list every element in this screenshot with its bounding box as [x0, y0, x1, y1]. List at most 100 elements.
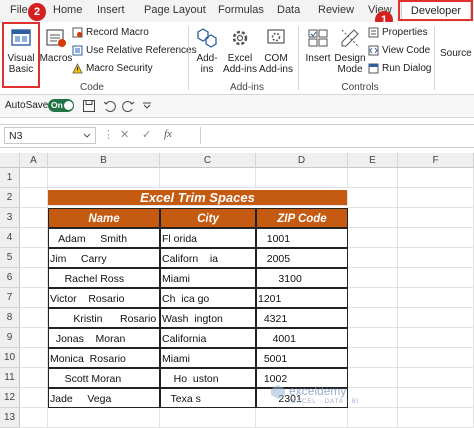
cell[interactable] [398, 208, 474, 228]
table-cell[interactable]: 4001 [256, 328, 348, 348]
com-add-ins-button[interactable]: COM Add-ins [259, 26, 293, 78]
redo-icon[interactable] [122, 99, 136, 113]
row-header[interactable]: 8 [0, 308, 20, 328]
cell[interactable] [348, 268, 398, 288]
table-cell[interactable]: 5001 [256, 348, 348, 368]
cell[interactable] [398, 268, 474, 288]
cell[interactable] [20, 308, 48, 328]
cell[interactable] [48, 408, 160, 428]
cell[interactable] [20, 168, 48, 188]
cell[interactable] [348, 308, 398, 328]
cell[interactable] [348, 228, 398, 248]
name-box[interactable]: N3 [4, 127, 96, 144]
table-cell[interactable]: Victor Rosario [48, 288, 160, 308]
column-header[interactable]: E [348, 153, 398, 168]
table-cell[interactable]: Texa s [160, 388, 256, 408]
row-header[interactable]: 10 [0, 348, 20, 368]
table-header-cell[interactable]: Name [48, 208, 160, 228]
cell[interactable] [160, 408, 256, 428]
chevron-down-icon[interactable] [83, 133, 91, 139]
cell[interactable] [398, 228, 474, 248]
cell[interactable] [398, 388, 474, 408]
cell[interactable] [20, 328, 48, 348]
cell[interactable] [398, 188, 474, 208]
table-header-cell[interactable]: ZIP Code [256, 208, 348, 228]
row-header[interactable]: 1 [0, 168, 20, 188]
cell[interactable] [398, 308, 474, 328]
save-icon[interactable] [82, 99, 96, 113]
table-cell[interactable]: Jade Vega [48, 388, 160, 408]
row-header[interactable]: 2 [0, 188, 20, 208]
table-cell[interactable]: Rachel Ross [48, 268, 160, 288]
table-cell[interactable]: Monica Rosario [48, 348, 160, 368]
cell[interactable] [256, 168, 348, 188]
cell[interactable] [398, 408, 474, 428]
row-header[interactable]: 5 [0, 248, 20, 268]
macros-button[interactable]: Macros [40, 26, 72, 66]
table-cell[interactable]: Ho uston [160, 368, 256, 388]
column-header[interactable]: F [398, 153, 474, 168]
table-cell[interactable]: 1201 [256, 288, 348, 308]
cell[interactable] [20, 348, 48, 368]
add-ins-button[interactable]: Add-ins [192, 26, 222, 78]
use-relative-references-button[interactable]: Use Relative References [72, 45, 197, 56]
tab-home[interactable]: Home [53, 4, 82, 16]
cell[interactable] [398, 328, 474, 348]
function-icon[interactable]: fx [164, 128, 172, 140]
cell[interactable] [348, 288, 398, 308]
table-cell[interactable]: 3100 [256, 268, 348, 288]
tab-review[interactable]: Review [318, 4, 354, 16]
row-header[interactable]: 11 [0, 368, 20, 388]
table-cell[interactable]: Ch ica go [160, 288, 256, 308]
cell[interactable] [398, 248, 474, 268]
table-cell[interactable]: 2005 [256, 248, 348, 268]
table-cell[interactable]: 4321 [256, 308, 348, 328]
table-cell[interactable]: Kristin Rosario [48, 308, 160, 328]
table-cell[interactable]: Miami [160, 268, 256, 288]
tab-file[interactable]: File [10, 4, 28, 16]
excel-add-ins-button[interactable]: Excel Add-ins [223, 26, 257, 78]
cell[interactable] [348, 348, 398, 368]
row-header[interactable]: 12 [0, 388, 20, 408]
cell[interactable] [398, 348, 474, 368]
cell[interactable] [20, 188, 48, 208]
cell[interactable] [48, 168, 160, 188]
run-dialog-button[interactable]: Run Dialog [368, 63, 431, 74]
row-header[interactable]: 4 [0, 228, 20, 248]
cell[interactable] [398, 288, 474, 308]
design-mode-button[interactable]: Design Mode [334, 26, 366, 78]
table-cell[interactable]: California [160, 328, 256, 348]
table-cell[interactable]: Adam Smith [48, 228, 160, 248]
enter-icon[interactable]: ✓ [142, 128, 151, 141]
cell[interactable] [348, 208, 398, 228]
tab-data[interactable]: Data [277, 4, 300, 16]
cancel-icon[interactable]: ✕ [120, 128, 129, 141]
column-header[interactable]: A [20, 153, 48, 168]
chevron-down-icon[interactable] [142, 102, 152, 110]
cell[interactable] [398, 368, 474, 388]
undo-icon[interactable] [102, 99, 116, 113]
column-header[interactable]: D [256, 153, 348, 168]
autosave-toggle[interactable]: On [48, 99, 74, 112]
tab-formulas[interactable]: Formulas [218, 4, 264, 16]
view-code-button[interactable]: View Code [368, 45, 430, 56]
table-cell[interactable]: Scott Moran [48, 368, 160, 388]
column-header[interactable]: B [48, 153, 160, 168]
cell[interactable] [20, 228, 48, 248]
table-cell[interactable]: Californ ia [160, 248, 256, 268]
table-cell[interactable]: Wash ington [160, 308, 256, 328]
tab-page-layout[interactable]: Page Layout [144, 4, 206, 16]
table-cell[interactable]: 1001 [256, 228, 348, 248]
record-macro-button[interactable]: Record Macro [72, 27, 149, 38]
formula-input[interactable] [200, 127, 474, 144]
table-cell[interactable]: Miami [160, 348, 256, 368]
table-cell[interactable]: Jonas Moran [48, 328, 160, 348]
source-button[interactable]: Source [440, 48, 474, 62]
column-header[interactable]: C [160, 153, 256, 168]
cell[interactable] [20, 208, 48, 228]
cell[interactable] [20, 288, 48, 308]
cell[interactable] [20, 408, 48, 428]
table-cell[interactable]: Fl orida [160, 228, 256, 248]
properties-button[interactable]: Properties [368, 27, 428, 38]
cell[interactable] [20, 248, 48, 268]
